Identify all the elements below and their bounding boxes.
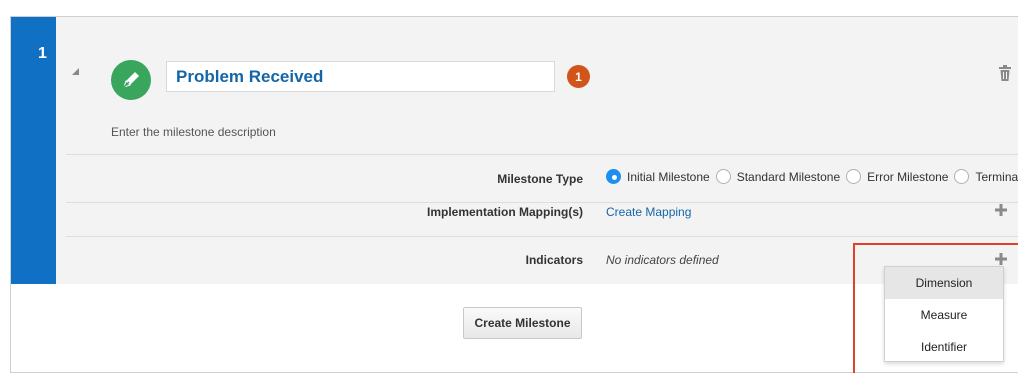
radio-icon[interactable] xyxy=(715,169,731,184)
radio-error-milestone[interactable]: Error Milestone xyxy=(846,169,948,184)
milestone-title-input[interactable]: Problem Received xyxy=(166,61,555,92)
milestone-type-label: Milestone Type xyxy=(497,172,583,186)
indicator-dropdown-menu: Dimension Measure Identifier xyxy=(884,266,1004,362)
indicators-label: Indicators xyxy=(525,253,583,267)
create-milestone-button[interactable]: Create Milestone xyxy=(463,307,582,339)
milestone-description[interactable]: Enter the milestone description xyxy=(111,125,276,139)
menu-item-measure[interactable]: Measure xyxy=(885,299,1003,331)
pencil-icon xyxy=(111,60,151,100)
trash-icon[interactable] xyxy=(998,65,1012,86)
radio-terminal[interactable]: Terminal xyxy=(954,169,1018,184)
menu-item-identifier[interactable]: Identifier xyxy=(885,331,1003,363)
radio-icon[interactable] xyxy=(954,169,970,184)
divider xyxy=(66,202,1018,203)
radio-standard-milestone[interactable]: Standard Milestone xyxy=(715,169,840,184)
collapse-triangle-icon[interactable] xyxy=(72,68,79,75)
create-mapping-link[interactable]: Create Mapping xyxy=(606,205,691,219)
divider xyxy=(66,236,1018,237)
no-indicators-text: No indicators defined xyxy=(606,253,719,267)
plus-icon[interactable] xyxy=(995,203,1007,221)
radio-icon[interactable] xyxy=(846,169,862,184)
milestone-type-radio-group: Initial Milestone Standard Milestone Err… xyxy=(606,169,1018,184)
radio-selected-icon[interactable] xyxy=(606,169,621,184)
radio-initial-milestone[interactable]: Initial Milestone xyxy=(606,169,710,184)
divider xyxy=(66,154,1018,155)
milestone-index-bar: 1 xyxy=(11,17,56,284)
notification-badge[interactable]: 1 xyxy=(567,65,590,88)
milestone-index: 1 xyxy=(38,45,47,62)
menu-item-dimension[interactable]: Dimension xyxy=(885,267,1003,299)
implementation-mapping-label: Implementation Mapping(s) xyxy=(427,205,583,219)
